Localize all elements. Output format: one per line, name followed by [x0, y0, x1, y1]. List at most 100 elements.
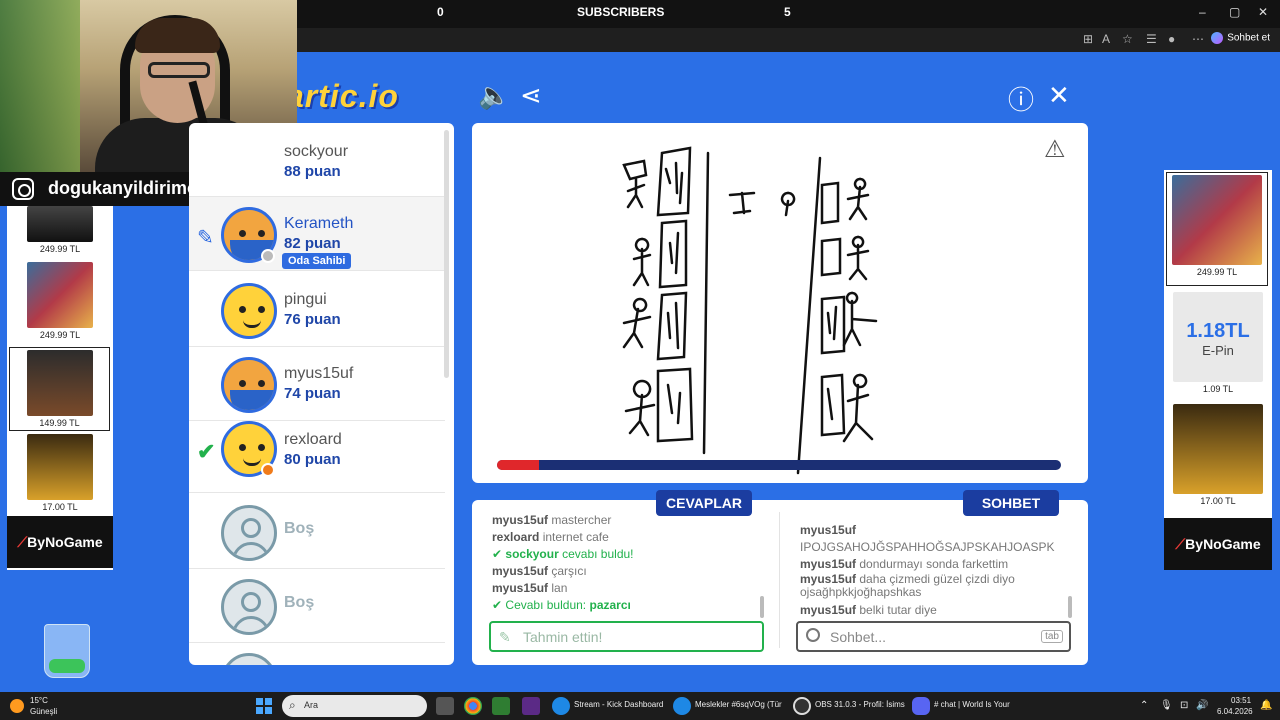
chat-placeholder: Sohbet... — [830, 629, 887, 645]
tab-key-hint: tab — [1041, 630, 1063, 643]
ad-price: 249.99 TL — [39, 330, 81, 340]
player-row[interactable]: ✔ rexloard 80 puan — [189, 419, 445, 493]
player-list-scrollbar[interactable] — [444, 130, 449, 378]
epin-card: 1.18TL E-Pin — [1173, 292, 1263, 382]
ad-item[interactable]: 1.18TL E-Pin 1.09 TL — [1164, 292, 1272, 394]
room-owner-badge: Oda Sahibi — [282, 253, 352, 269]
player-score: 82 puan — [284, 235, 341, 252]
chat-input[interactable]: Sohbet... tab — [796, 621, 1071, 652]
copilot-label: Sohbet et — [1227, 32, 1270, 44]
game-logo[interactable]: artic.io — [286, 78, 399, 115]
notepad-icon[interactable] — [492, 697, 510, 715]
player-row[interactable]: pingui 76 puan — [189, 273, 445, 347]
taskbar-app-label[interactable]: Meslekler #6sqVOg (Tür — [695, 700, 782, 709]
drawing-canvas[interactable] — [472, 123, 1088, 483]
ad-item-selected[interactable]: 249.99 TL — [1166, 172, 1268, 286]
notification-bell-icon[interactable]: 🔔 — [1260, 700, 1272, 711]
empty-slot: Boş — [189, 569, 445, 643]
tray-chevron-icon[interactable]: ⌃ — [1140, 700, 1148, 711]
ad-item[interactable]: 17.00 TL — [1164, 404, 1272, 506]
favorite-star-icon[interactable]: ☆ — [1122, 32, 1133, 46]
chrome-icon[interactable] — [464, 697, 482, 715]
chat-line: myus15uf dondurmayı sonda farkettim — [800, 557, 1009, 571]
taskbar-app-label[interactable]: Stream - Kick Dashboard — [574, 700, 663, 709]
ad-price: 17.00 TL — [42, 502, 78, 512]
ad-item[interactable]: 249.99 TL — [7, 206, 113, 254]
profile-avatar[interactable]: ● — [1168, 32, 1175, 46]
task-view-icon[interactable] — [436, 697, 454, 715]
chat-line: myus15uf daha çizmedi güzel çizdi diyo o… — [800, 572, 1015, 599]
player-row-drawer[interactable]: ✎ Kerameth 82 puan Oda Sahibi — [189, 197, 445, 271]
obs-icon[interactable] — [793, 697, 811, 715]
start-windows-icon[interactable] — [256, 698, 272, 714]
chat-line: myus15uf belki tutar diye — [800, 603, 937, 617]
taskbar-search[interactable]: Ara — [282, 695, 427, 717]
taskbar-app-label[interactable]: OBS 31.0.3 - Profil: İsims — [815, 700, 905, 709]
empty-avatar — [221, 579, 277, 635]
status-dot — [261, 249, 275, 263]
edge-icon[interactable] — [673, 697, 691, 715]
guess-input[interactable]: ✎ Tahmin ettin! — [489, 621, 764, 652]
answer-line: rexloard internet cafe — [492, 530, 609, 544]
taskbar-app-label[interactable]: # chat | World Is Your — [934, 700, 1010, 709]
weather-desc[interactable]: Güneşli — [30, 707, 57, 716]
ad-item[interactable]: 249.99 TL — [7, 262, 113, 340]
answer-line: myus15uf çarşıcı — [492, 564, 587, 578]
subscribers-count: 5 — [784, 5, 791, 19]
clock-time[interactable]: 03:51 — [1231, 696, 1251, 705]
weather-temp[interactable]: 15°C — [30, 696, 48, 705]
volume-icon[interactable]: 🔊 — [1196, 700, 1208, 711]
read-aloud-icon[interactable]: A — [1102, 32, 1110, 46]
speaker-icon[interactable]: 🔈 — [478, 80, 510, 111]
game-cover — [27, 434, 93, 500]
answers-scrollbar[interactable] — [760, 596, 764, 618]
minimize-button[interactable]: – — [1199, 5, 1206, 19]
taskbar: 15°C Güneşli Ara Stream - Kick Dashboard… — [0, 692, 1280, 720]
close-icon[interactable]: ✕ — [1048, 80, 1070, 111]
app-icon[interactable] — [522, 697, 540, 715]
empty-slot: Boş — [189, 495, 445, 569]
report-warning-icon[interactable]: ⚠ — [1044, 135, 1066, 164]
network-icon[interactable]: ⊡ — [1180, 700, 1188, 711]
ad-price: 249.99 TL — [1196, 267, 1238, 277]
edge-icon[interactable] — [552, 697, 570, 715]
status-dot — [261, 463, 275, 477]
copilot-chat-button[interactable]: Sohbet et — [1211, 32, 1270, 44]
maximize-button[interactable]: ▢ — [1229, 5, 1240, 19]
mic-icon[interactable]: 🎙 — [1160, 700, 1173, 711]
ad-item[interactable]: 17.00 TL — [7, 434, 113, 512]
ad-price: 1.09 TL — [1202, 384, 1234, 394]
drawing-sketch — [622, 146, 878, 475]
extensions-icon[interactable]: ⊞ — [1083, 32, 1093, 46]
player-score: 74 puan — [284, 385, 341, 402]
ad-item-selected[interactable]: 149.99 TL — [9, 347, 110, 431]
window-close-button[interactable]: ✕ — [1258, 5, 1268, 19]
epin-title: 1.18TL — [1186, 320, 1250, 342]
clock-date[interactable]: 6.04.2026 — [1217, 707, 1253, 716]
checkmark-icon: ✔ — [492, 598, 503, 612]
info-icon[interactable]: ⓘ — [1008, 80, 1034, 117]
empty-avatar — [221, 653, 277, 665]
chat-scrollbar[interactable] — [1068, 596, 1072, 618]
player-name: rexloard — [284, 431, 342, 448]
checkmark-icon: ✔ — [492, 547, 503, 561]
more-menu-icon[interactable]: ⋯ — [1192, 32, 1204, 46]
subscribers-label: SUBSCRIBERS — [577, 5, 665, 19]
copilot-icon — [1211, 32, 1224, 44]
player-name: myus15uf — [284, 365, 354, 382]
player-row[interactable]: myus15uf 74 puan — [189, 347, 445, 421]
avatar — [221, 283, 277, 339]
bynogame-logo[interactable]: ⟋ByNoGame — [7, 516, 113, 568]
discord-icon[interactable] — [912, 697, 930, 715]
favorites-icon[interactable]: ☰ — [1146, 32, 1157, 46]
share-icon[interactable]: ⋖ — [520, 80, 542, 111]
answer-line: myus15uf lan — [492, 581, 568, 595]
game-cover — [27, 206, 93, 242]
player-score: 76 puan — [284, 311, 341, 328]
player-score: 88 puan — [284, 163, 341, 180]
bynogame-logo[interactable]: ⟋ByNoGame — [1164, 518, 1272, 570]
tab-chat[interactable]: SOHBET — [963, 490, 1059, 516]
right-ad-column: 249.99 TL 1.18TL E-Pin 1.09 TL 17.00 TL … — [1164, 170, 1272, 570]
player-row[interactable]: sockyour 88 puan — [189, 123, 445, 197]
player-score: 80 puan — [284, 451, 341, 468]
